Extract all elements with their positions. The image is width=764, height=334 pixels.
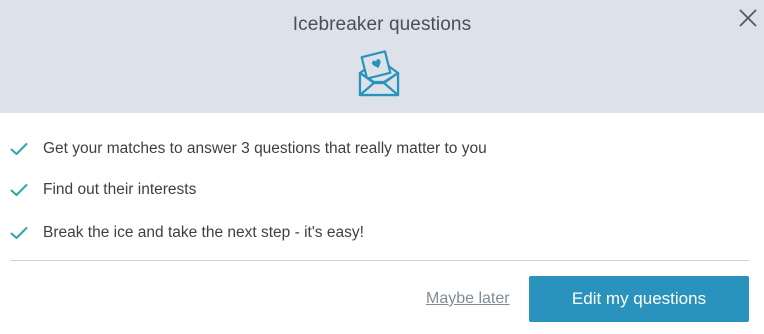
checkmark-icon [10,184,28,196]
maybe-later-link[interactable]: Maybe later [426,290,510,308]
envelope-heart-icon [358,50,400,97]
edit-my-questions-button[interactable]: Edit my questions [529,276,749,322]
benefit-text: Get your matches to answer 3 questions t… [43,140,487,157]
checkmark-icon [10,143,28,155]
benefit-text: Find out their interests [43,181,197,198]
benefit-text: Break the ice and take the next step - i… [43,224,364,241]
list-item: Get your matches to answer 3 questions t… [0,134,764,166]
checkmark-icon [10,227,28,239]
list-item: Break the ice and take the next step - i… [0,218,764,250]
list-item: Find out their interests [0,175,764,207]
close-icon [739,9,757,27]
dialog-header: Icebreaker questions [0,0,764,113]
divider [10,260,749,261]
close-button[interactable] [736,6,760,30]
dialog-title: Icebreaker questions [292,14,472,35]
